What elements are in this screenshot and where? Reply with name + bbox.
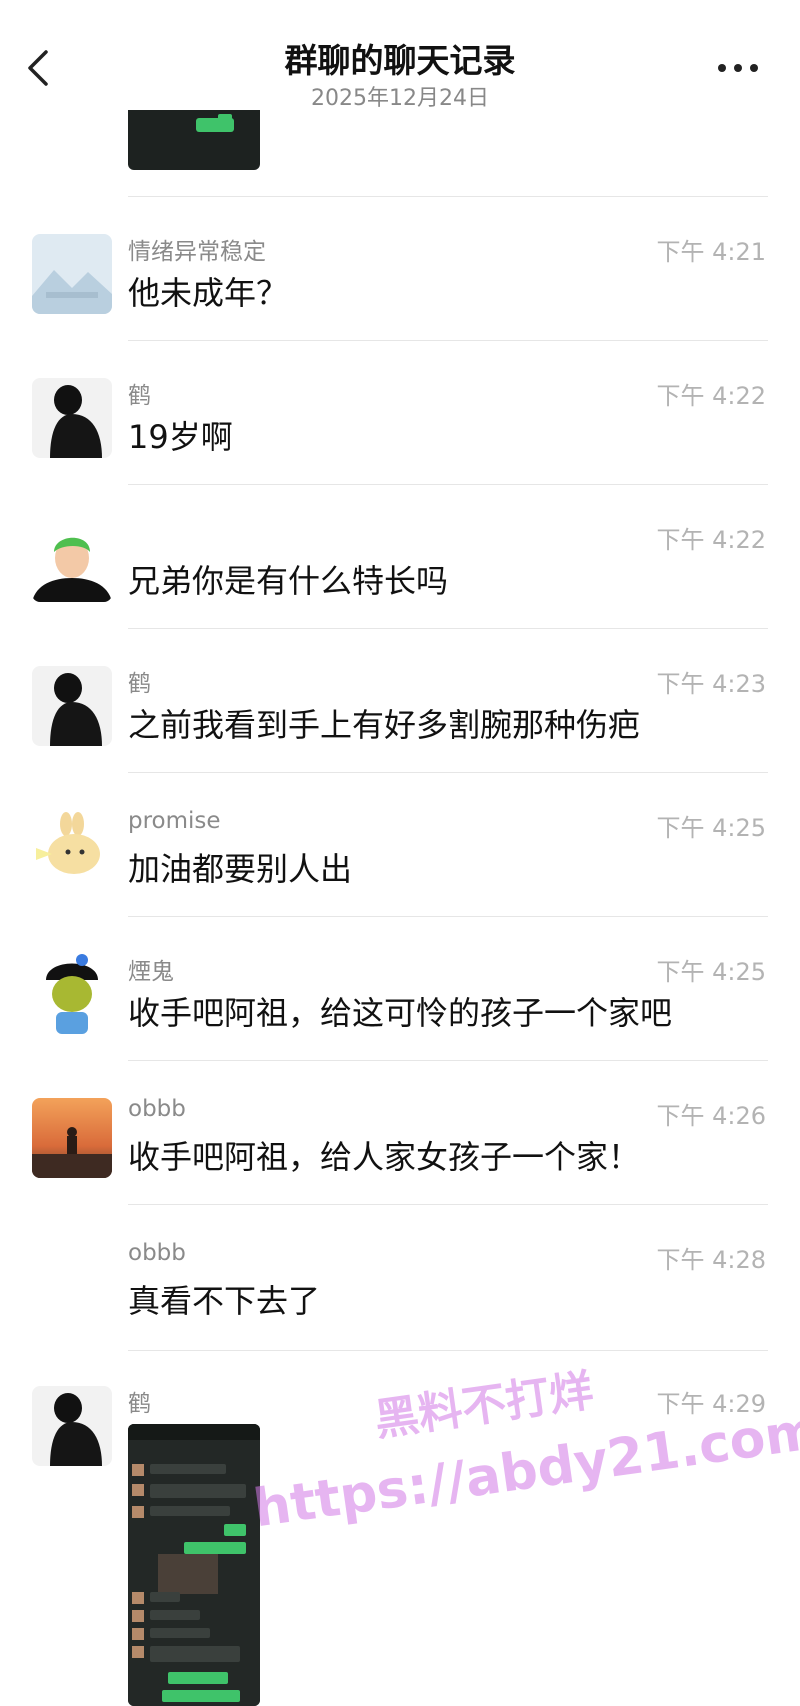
message-time: 下午 4:21 — [656, 238, 766, 266]
sender-name: 鹤 — [128, 671, 151, 697]
dark-figure-icon — [32, 378, 112, 458]
avatar[interactable] — [32, 234, 112, 314]
list-item[interactable]: 下午 4:22 兄弟你是有什么特长吗 — [0, 484, 800, 628]
header-bar: 群聊的聊天记录 2025年12月24日 — [0, 0, 800, 111]
sender-name: 鹤 — [128, 1391, 151, 1417]
message-time: 下午 4:22 — [656, 526, 766, 554]
dark-figure-icon — [32, 666, 112, 746]
more-button[interactable] — [716, 60, 760, 76]
shrek-girl-icon — [32, 954, 112, 1034]
sender-name: 情绪异常稳定 — [128, 239, 266, 265]
list-item[interactable]: 鹤 下午 4:29 — [0, 1348, 800, 1706]
more-horizontal-icon — [718, 64, 758, 72]
sender-name: obbb — [128, 1240, 186, 1266]
list-item[interactable]: promise 下午 4:25 加油都要别人出 — [0, 772, 800, 916]
message-time: 下午 4:26 — [656, 1102, 766, 1130]
landscape-placeholder-icon — [32, 234, 112, 314]
message-time: 下午 4:25 — [656, 814, 766, 842]
page-date: 2025年12月24日 — [311, 86, 489, 111]
message-time: 下午 4:25 — [656, 958, 766, 986]
screenshot-preview — [128, 1424, 260, 1706]
chat-image-thumbnail[interactable] — [128, 110, 260, 170]
thumb-bubble — [218, 114, 232, 120]
message-text: 收手吧阿祖，给人家女孩子一个家！ — [128, 1138, 641, 1176]
sender-name: 煙鬼 — [128, 959, 174, 985]
message-time: 下午 4:29 — [656, 1390, 766, 1418]
list-item[interactable]: 情绪异常稳定 下午 4:21 他未成年？ — [0, 196, 800, 340]
list-item[interactable]: 鹤 下午 4:23 之前我看到手上有好多割腕那种伤疤 — [0, 628, 800, 772]
message-time: 下午 4:22 — [656, 382, 766, 410]
page-title: 群聊的聊天记录 — [284, 41, 516, 80]
avatar[interactable] — [32, 378, 112, 458]
avatar[interactable] — [32, 666, 112, 746]
message-text: 19岁啊 — [128, 418, 233, 456]
message-text: 加油都要别人出 — [128, 850, 353, 888]
avatar[interactable] — [32, 522, 112, 602]
list-item[interactable]: 鹤 下午 4:22 19岁啊 — [0, 340, 800, 484]
sender-name: 鹤 — [128, 383, 151, 409]
avatar[interactable] — [32, 954, 112, 1034]
dark-figure-icon — [32, 1386, 112, 1466]
chat-screenshot-image[interactable] — [128, 1424, 260, 1706]
list-item[interactable]: 煙鬼 下午 4:25 收手吧阿祖，给这可怜的孩子一个家吧 — [0, 916, 800, 1060]
sender-name: promise — [128, 808, 221, 834]
avatar[interactable] — [32, 810, 112, 890]
list-item[interactable]: obbb 下午 4:26 收手吧阿祖，给人家女孩子一个家！ — [0, 1060, 800, 1204]
message-text: 真看不下去了 — [128, 1282, 321, 1320]
message-time: 下午 4:28 — [656, 1246, 766, 1274]
sender-name: obbb — [128, 1096, 186, 1122]
message-text: 兄弟你是有什么特长吗 — [128, 562, 449, 600]
cartoon-bunny-icon — [32, 810, 112, 890]
message-time: 下午 4:23 — [656, 670, 766, 698]
list-item[interactable]: obbb 下午 4:28 真看不下去了 — [0, 1204, 800, 1348]
avatar[interactable] — [32, 1386, 112, 1466]
message-text: 收手吧阿祖，给这可怜的孩子一个家吧 — [128, 994, 673, 1032]
green-hair-character-icon — [32, 522, 112, 602]
avatar[interactable] — [32, 1098, 112, 1178]
thumb-bubble — [196, 118, 234, 132]
message-text: 他未成年？ — [128, 274, 289, 312]
message-text: 之前我看到手上有好多割腕那种伤疤 — [128, 706, 641, 744]
sunset-figure-icon — [32, 1098, 112, 1178]
